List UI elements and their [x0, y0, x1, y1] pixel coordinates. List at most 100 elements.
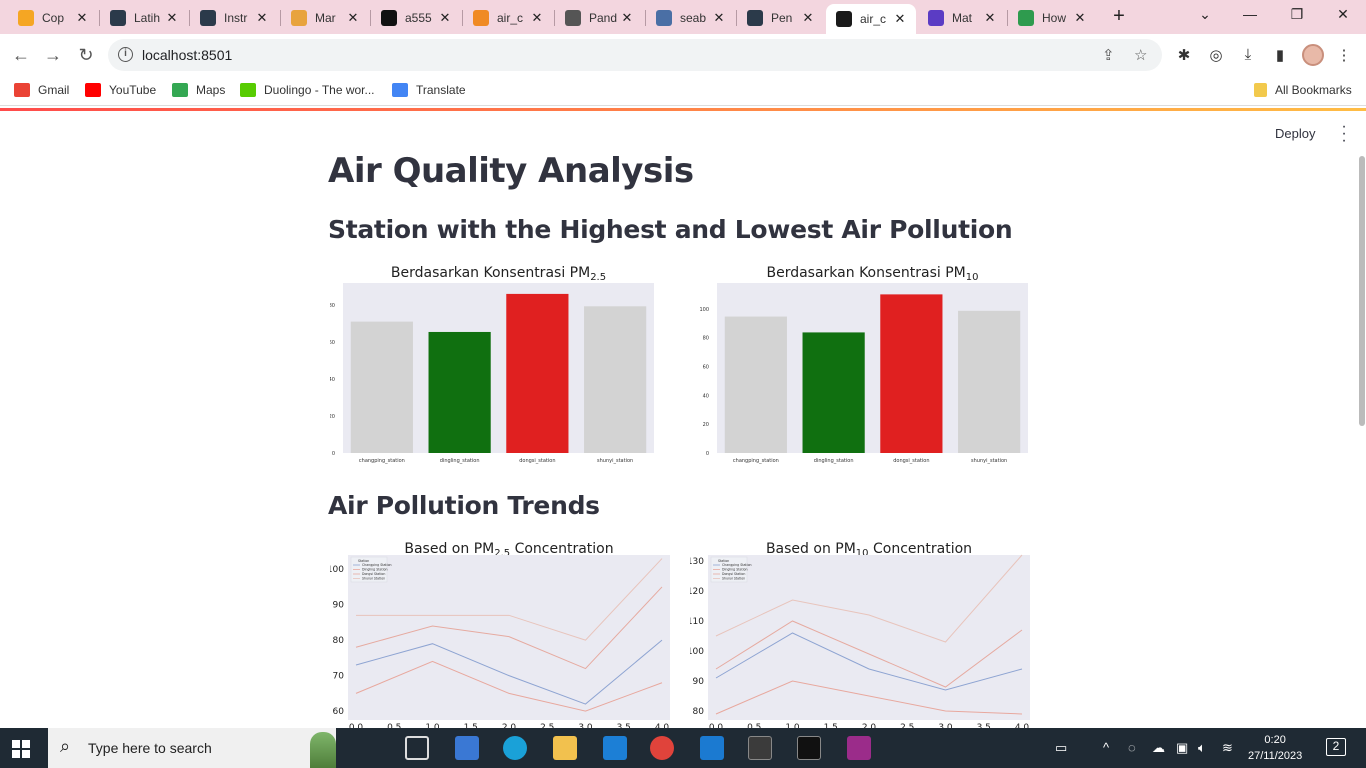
legend-label: Dongsi Station — [362, 572, 385, 576]
bar — [506, 293, 569, 453]
windows-start-icon[interactable] — [12, 740, 30, 758]
restore-icon[interactable]: ❐ — [1287, 6, 1307, 23]
share-icon[interactable]: ⇪ — [1102, 46, 1115, 64]
terminal-icon[interactable] — [748, 736, 772, 760]
legend: StationChangping StationDingling Station… — [350, 556, 392, 583]
side-panel-icon[interactable]: ▮ — [1270, 46, 1290, 66]
address-bar[interactable]: i localhost:8501 ⇪ ☆ — [108, 39, 1162, 71]
legend-label: Changping Station — [362, 563, 392, 567]
tray-chevron-icon[interactable]: ^ — [1103, 740, 1109, 755]
tab-separator — [645, 10, 646, 26]
cloud-icon[interactable]: ☁ — [1152, 740, 1165, 756]
main-menu-icon[interactable]: · · · — [1340, 119, 1348, 149]
browser-tab[interactable]: a555 ✕ — [371, 4, 461, 32]
tab-close-icon[interactable]: ✕ — [164, 10, 180, 26]
edge-icon[interactable] — [503, 736, 527, 760]
legend-label: Shunyi Station — [362, 577, 385, 581]
browser-tab[interactable]: How ✕ — [1008, 4, 1096, 32]
tab-close-icon[interactable]: ✕ — [345, 10, 361, 26]
new-tab-button[interactable]: + — [1108, 6, 1130, 28]
page-scrollbar[interactable] — [1359, 156, 1365, 426]
taskbar-search-box[interactable]: ⌕ Type here to search — [48, 728, 336, 768]
back-icon[interactable]: ← — [10, 44, 32, 66]
chart-title-subscript: 2.5 — [590, 272, 606, 283]
meet-icon[interactable]: ◌ — [1128, 740, 1136, 755]
deploy-button[interactable]: Deploy — [1275, 126, 1315, 141]
y-tick-label: 70 — [333, 672, 345, 682]
task-view-icon[interactable] — [405, 736, 429, 760]
tab-close-icon[interactable]: ✕ — [529, 10, 545, 26]
download-icon[interactable]: ⤓ — [1238, 46, 1258, 66]
news-icon[interactable]: ▭ — [1055, 740, 1067, 756]
tab-search-chevron-icon[interactable]: ⌄ — [1195, 6, 1215, 23]
browser-tab[interactable]: Instr ✕ — [190, 4, 278, 32]
chart-title: Berdasarkan Konsentrasi PM2.5 — [391, 265, 606, 283]
reload-icon[interactable]: ↻ — [75, 44, 97, 66]
bookmark-star-icon[interactable]: ☆ — [1134, 46, 1147, 64]
tab-title: How — [1042, 11, 1067, 25]
volume-icon[interactable]: 🔈︎ — [1198, 740, 1206, 756]
cmd-icon[interactable] — [797, 736, 821, 760]
bookmark-item[interactable]: Maps — [172, 83, 225, 97]
browser-tab[interactable]: air_c ✕ — [826, 4, 916, 34]
bookmark-item[interactable]: Gmail — [14, 83, 69, 97]
browser-tab[interactable]: Cop ✕ — [8, 4, 98, 32]
y-tick-label: 100 — [700, 307, 709, 313]
tab-close-icon[interactable]: ✕ — [619, 10, 635, 26]
extensions-icon[interactable]: ✱ — [1174, 46, 1194, 66]
file-explorer-icon[interactable] — [553, 736, 577, 760]
performance-icon[interactable]: ◎ — [1206, 46, 1226, 66]
tab-close-icon[interactable]: ✕ — [711, 10, 727, 26]
bookmarks-bar: Gmail YouTube Maps Duolingo - The wor... Tra… — [0, 76, 1366, 106]
wifi-icon[interactable]: ≋ — [1222, 740, 1233, 756]
chart-title-main: Based on PM — [766, 541, 856, 557]
windows-taskbar: ⌕ Type here to search ▭ ^ ◌ ☁ ▣ 🔈︎ ≋ 0:2… — [0, 728, 1366, 768]
browser-tab[interactable]: Latih ✕ — [100, 4, 188, 32]
close-window-icon[interactable]: ✕ — [1333, 6, 1353, 23]
browser-tab[interactable]: Pen ✕ — [737, 4, 824, 32]
tab-close-icon[interactable]: ✕ — [800, 10, 816, 26]
browser-tab[interactable]: seab ✕ — [646, 4, 735, 32]
browser-tab[interactable]: Mar ✕ — [281, 4, 369, 32]
tab-close-icon[interactable]: ✕ — [892, 11, 908, 27]
menu-kebab-icon[interactable]: ⋮ — [1334, 46, 1354, 66]
battery-icon[interactable]: ▣ — [1176, 740, 1188, 756]
legend-label: Dongsi Station — [722, 572, 745, 576]
minimize-icon[interactable]: — — [1240, 6, 1260, 22]
plot-area — [708, 555, 1030, 720]
store-icon[interactable] — [455, 736, 479, 760]
notifications-icon[interactable]: 2 — [1326, 738, 1346, 756]
tab-title: Mat — [952, 11, 973, 25]
legend-label: Dingling Station — [722, 568, 748, 572]
folder-icon — [1254, 83, 1267, 97]
y-tick-label: 80 — [333, 636, 345, 646]
tab-close-icon[interactable]: ✕ — [1072, 10, 1088, 26]
system-clock[interactable]: 0:20 27/11/2023 — [1248, 732, 1302, 764]
y-tick-label: 20 — [703, 422, 709, 428]
site-info-icon[interactable]: i — [118, 47, 133, 62]
winrar-icon[interactable] — [847, 736, 871, 760]
vscode-icon[interactable] — [700, 736, 724, 760]
bar — [584, 306, 647, 453]
tab-favicon-icon — [656, 10, 672, 26]
browser-tab[interactable]: Pand ✕ — [555, 4, 643, 32]
bookmark-item[interactable]: Duolingo - The wor... — [240, 83, 375, 97]
forward-icon[interactable]: → — [42, 44, 64, 66]
browser-tab[interactable]: air_c ✕ — [463, 4, 553, 32]
all-bookmarks[interactable]: All Bookmarks — [1254, 83, 1352, 97]
chrome-icon[interactable] — [650, 736, 674, 760]
tab-close-icon[interactable]: ✕ — [254, 10, 270, 26]
bookmark-item[interactable]: YouTube — [85, 83, 156, 97]
tab-close-icon[interactable]: ✕ — [437, 10, 453, 26]
tab-title: Latih — [134, 11, 161, 25]
y-tick-label: 60 — [333, 707, 345, 717]
url-text[interactable]: localhost:8501 — [142, 47, 232, 63]
bar — [350, 321, 413, 453]
tab-close-icon[interactable]: ✕ — [982, 10, 998, 26]
browser-tab[interactable]: Mat ✕ — [918, 4, 1006, 32]
profile-avatar[interactable] — [1302, 44, 1324, 66]
bookmark-item[interactable]: Translate — [392, 83, 466, 97]
mail-icon[interactable] — [603, 736, 627, 760]
tab-favicon-icon — [928, 10, 944, 26]
tab-close-icon[interactable]: ✕ — [74, 10, 90, 26]
